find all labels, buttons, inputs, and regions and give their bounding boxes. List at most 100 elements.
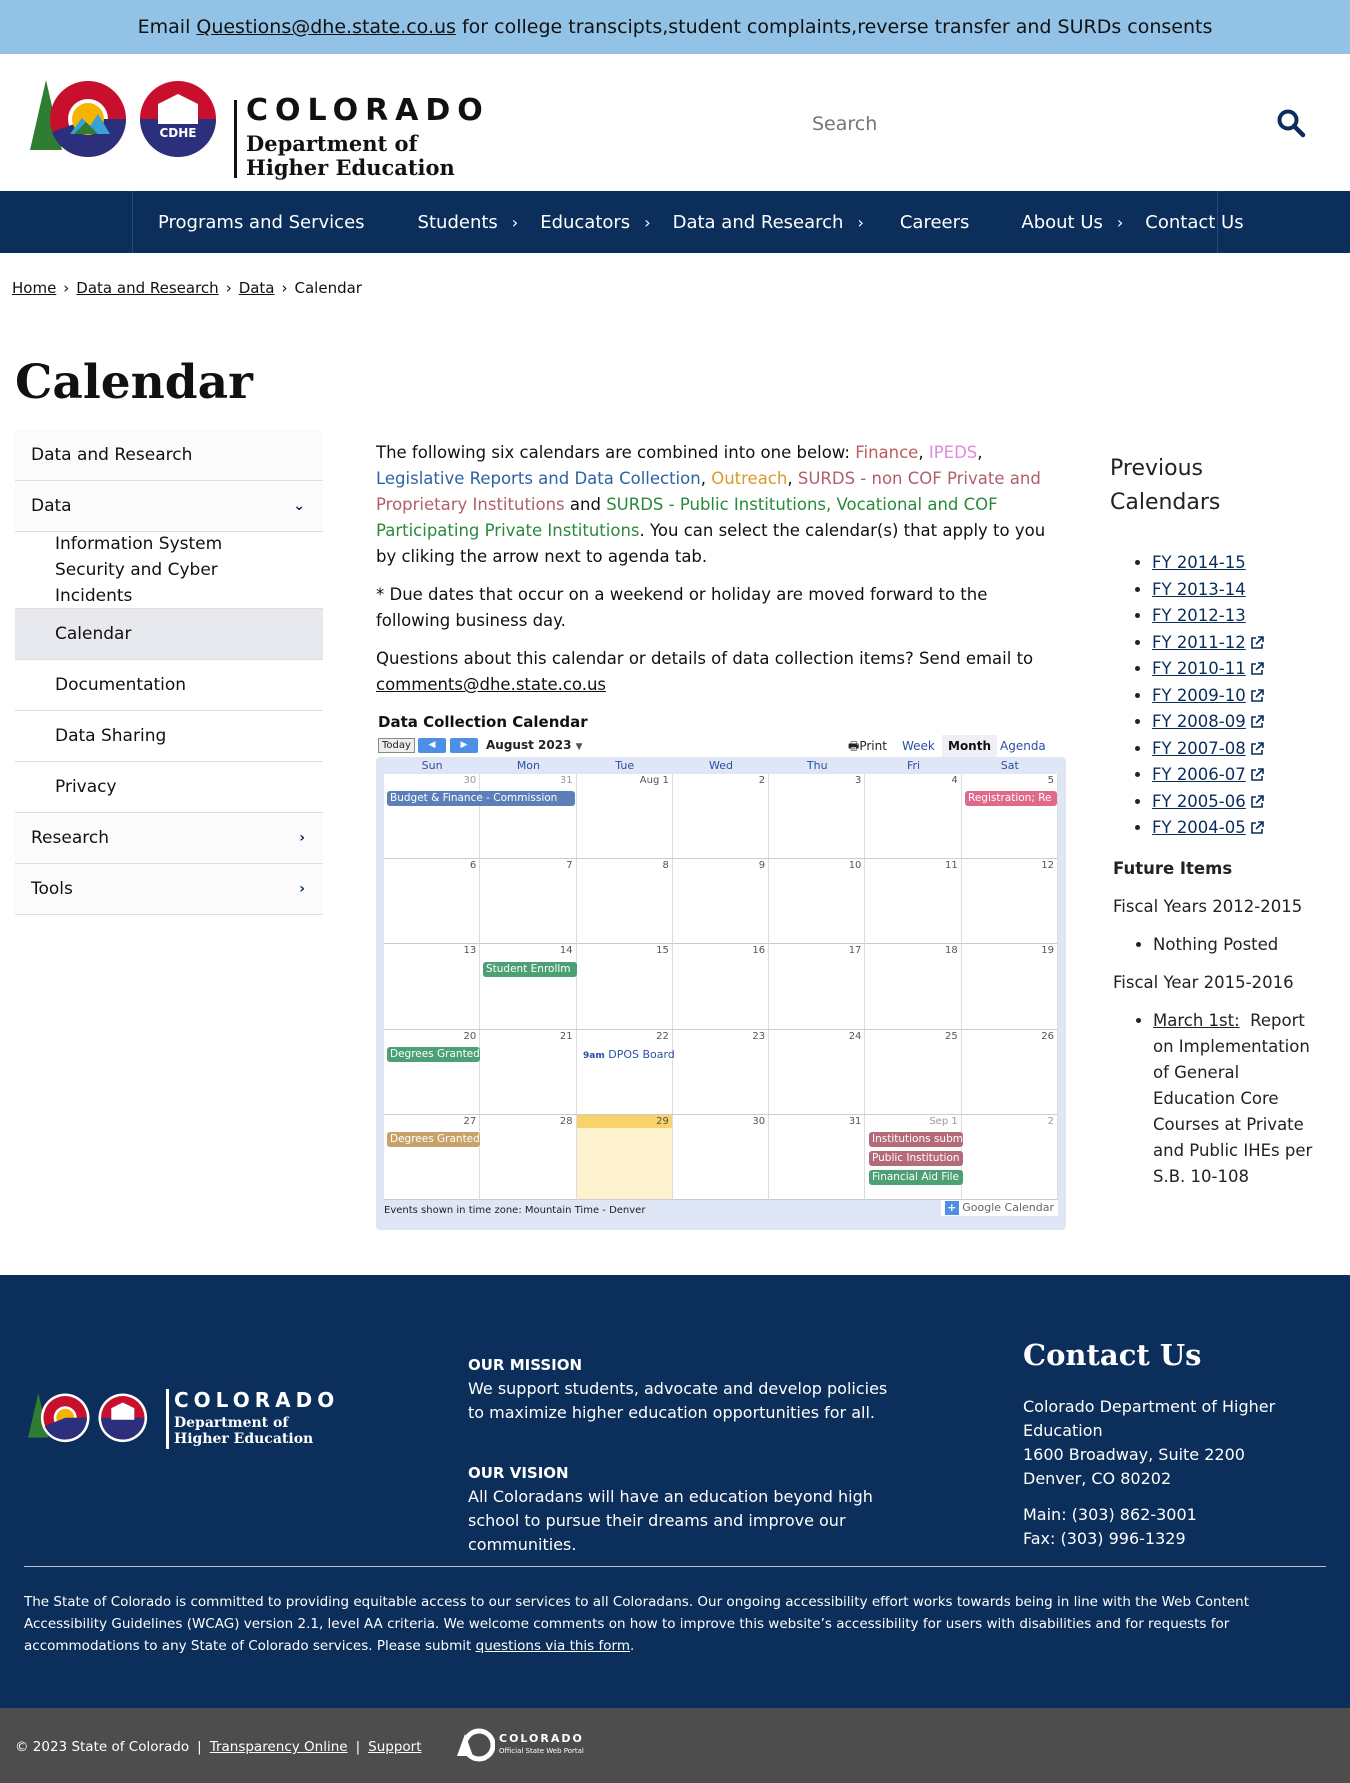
month-picker[interactable]: August 2023 ▼ xyxy=(486,738,583,752)
previous-calendar-link[interactable]: FY 2012-13 xyxy=(1152,606,1246,625)
tab-week[interactable]: Week xyxy=(896,735,941,757)
calendar-day-cell[interactable]: 10 xyxy=(769,859,866,945)
calendar-day-cell[interactable]: 5 xyxy=(961,774,1058,860)
calendar-day-cell[interactable]: 13 xyxy=(384,944,481,1030)
chevron-down-icon[interactable]: ⌄ xyxy=(293,498,305,514)
previous-calendar-link[interactable]: FY 2008-09 xyxy=(1152,712,1246,731)
nav-educators[interactable]: Educators › xyxy=(540,191,650,253)
accessibility-form-link[interactable]: questions via this form xyxy=(476,1638,630,1654)
calendar-day-cell[interactable]: 30 xyxy=(384,774,481,860)
calendar-day-cell[interactable]: 6 xyxy=(384,859,481,945)
today-button[interactable]: Today xyxy=(378,738,415,753)
transparency-online-link[interactable]: Transparency Online xyxy=(210,1739,348,1755)
sidebar-item-privacy[interactable]: Privacy xyxy=(15,762,323,813)
calendar-event[interactable]: Registration; Re xyxy=(965,791,1057,806)
chevron-right-icon[interactable]: › xyxy=(299,830,305,846)
footer-logo[interactable]: COLORADO Department of Higher Education xyxy=(24,1389,344,1459)
calendar-event[interactable]: Student Enrollm xyxy=(483,962,577,977)
banner-email-link[interactable]: Questions@dhe.state.co.us xyxy=(196,16,456,38)
calendar-event[interactable]: Degrees Granted xyxy=(387,1132,480,1147)
comments-email-link[interactable]: comments@dhe.state.co.us xyxy=(376,675,606,694)
nav-careers[interactable]: Careers xyxy=(900,191,970,253)
calendar-day-cell[interactable]: 22 xyxy=(576,1029,673,1115)
calendar-day-cell[interactable]: 31 xyxy=(769,1114,866,1200)
portal-subtitle: Official State Web Portal xyxy=(499,1747,584,1755)
previous-calendar-link[interactable]: FY 2007-08 xyxy=(1152,739,1246,758)
calendar-event[interactable]: Financial Aid File xyxy=(869,1170,963,1185)
next-month-button[interactable]: ▶ xyxy=(450,738,478,753)
calendar-day-cell[interactable]: 4 xyxy=(865,774,962,860)
calendar-day-cell[interactable]: Aug 1 xyxy=(576,774,673,860)
previous-calendar-link[interactable]: FY 2014-15 xyxy=(1152,553,1246,572)
calendar-day-cell[interactable]: 9 xyxy=(672,859,770,945)
previous-calendar-link[interactable]: FY 2004-05 xyxy=(1152,818,1246,837)
calendar-event[interactable]: 9am DPOS Board xyxy=(580,1047,674,1062)
previous-calendar-link[interactable]: FY 2005-06 xyxy=(1152,792,1246,811)
nav-programs-and-services[interactable]: Programs and Services xyxy=(158,191,365,253)
banner-prefix: Email xyxy=(137,16,191,38)
nav-students[interactable]: Students › xyxy=(418,191,519,253)
calendar-day-cell[interactable]: 7 xyxy=(480,859,577,945)
calendar-day-cell[interactable]: 25 xyxy=(865,1029,962,1115)
calendar-event[interactable]: Institutions subm xyxy=(869,1132,963,1147)
calendar-day-cell[interactable]: 26 xyxy=(961,1029,1058,1115)
calendar-day-cell[interactable]: 20 xyxy=(384,1029,481,1115)
previous-calendar-link[interactable]: FY 2011-12 xyxy=(1152,633,1246,652)
cdhe-logo[interactable]: CDHE COLORADO Department of Higher Educa… xyxy=(28,74,488,180)
calendar-day-cell[interactable]: 21 xyxy=(480,1029,577,1115)
calendar-day-cell[interactable]: 29 xyxy=(576,1114,673,1200)
calendar-day-cell[interactable]: 24 xyxy=(769,1029,866,1115)
calendar-day-cell[interactable]: 19 xyxy=(961,944,1058,1030)
calendar-day-cell[interactable]: 14 xyxy=(480,944,577,1030)
calendar-day-cell[interactable]: 30 xyxy=(672,1114,770,1200)
nav-contact-us[interactable]: Contact Us xyxy=(1145,191,1243,253)
calendar-day-cell[interactable]: 3 xyxy=(769,774,866,860)
sidebar-item-data-and-research[interactable]: Data and Research xyxy=(15,430,323,481)
calendar-day-cell[interactable]: 16 xyxy=(672,944,770,1030)
nav-data-and-research[interactable]: Data and Research › xyxy=(673,191,864,253)
sidebar-item-information-system-security[interactable]: Information System Security and Cyber In… xyxy=(15,532,323,609)
calendar-day-cell[interactable]: 18 xyxy=(865,944,962,1030)
calendar-day-cell[interactable]: 28 xyxy=(480,1114,577,1200)
previous-calendar-link[interactable]: FY 2013-14 xyxy=(1152,580,1246,599)
sidebar-item-calendar[interactable]: Calendar xyxy=(15,609,323,660)
previous-calendar-link[interactable]: FY 2006-07 xyxy=(1152,765,1246,784)
search-input[interactable] xyxy=(790,104,1260,144)
nav-about-us[interactable]: About Us › xyxy=(1021,191,1123,253)
prev-month-button[interactable]: ◀ xyxy=(418,738,446,753)
sidebar-item-tools[interactable]: Tools › xyxy=(15,864,323,915)
tab-month[interactable]: Month xyxy=(942,735,998,757)
footer-logo-dept2: Higher Education xyxy=(174,1431,314,1447)
colorado-logo-icon xyxy=(28,1392,148,1443)
calendar-day-cell[interactable]: 31 xyxy=(480,774,577,860)
tab-agenda[interactable]: Agenda ▼ xyxy=(994,735,1064,776)
calendar-day-cell[interactable]: 23 xyxy=(672,1029,770,1115)
breadcrumb-data[interactable]: Data xyxy=(239,279,275,297)
previous-calendar-link[interactable]: FY 2010-11 xyxy=(1152,659,1246,678)
sidebar-item-data[interactable]: Data ⌄ xyxy=(15,481,323,532)
support-link[interactable]: Support xyxy=(368,1739,421,1755)
calendar-day-cell[interactable]: 11 xyxy=(865,859,962,945)
calendar-day-cell[interactable]: 2 xyxy=(961,1114,1058,1200)
breadcrumb-data-and-research[interactable]: Data and Research xyxy=(76,279,218,297)
calendar-event[interactable]: Budget & Finance - Commission xyxy=(387,791,575,806)
calendar-day-cell[interactable]: 27 xyxy=(384,1114,481,1200)
calendar-event[interactable]: Public Institution xyxy=(869,1151,963,1166)
sidebar-item-data-sharing[interactable]: Data Sharing xyxy=(15,711,323,762)
print-button[interactable]: 🖶Print xyxy=(848,737,887,758)
day-number: 22 xyxy=(656,1030,669,1042)
state-portal-logo[interactable]: COLORADO Official State Web Portal xyxy=(455,1728,615,1762)
chevron-right-icon[interactable]: › xyxy=(299,881,305,897)
calendar-day-cell[interactable]: 12 xyxy=(961,859,1058,945)
previous-calendar-link[interactable]: FY 2009-10 xyxy=(1152,686,1246,705)
calendar-day-cell[interactable]: 17 xyxy=(769,944,866,1030)
add-to-google-calendar-button[interactable]: + Google Calendar xyxy=(940,1200,1058,1216)
calendar-day-cell[interactable]: 2 xyxy=(672,774,770,860)
calendar-event[interactable]: Degrees Granted xyxy=(387,1047,480,1062)
sidebar-item-documentation[interactable]: Documentation xyxy=(15,660,323,711)
calendar-day-cell[interactable]: 8 xyxy=(576,859,673,945)
calendar-day-cell[interactable]: 15 xyxy=(576,944,673,1030)
sidebar-item-research[interactable]: Research › xyxy=(15,813,323,864)
breadcrumb-home[interactable]: Home xyxy=(12,279,56,297)
search-button[interactable] xyxy=(1276,108,1310,142)
